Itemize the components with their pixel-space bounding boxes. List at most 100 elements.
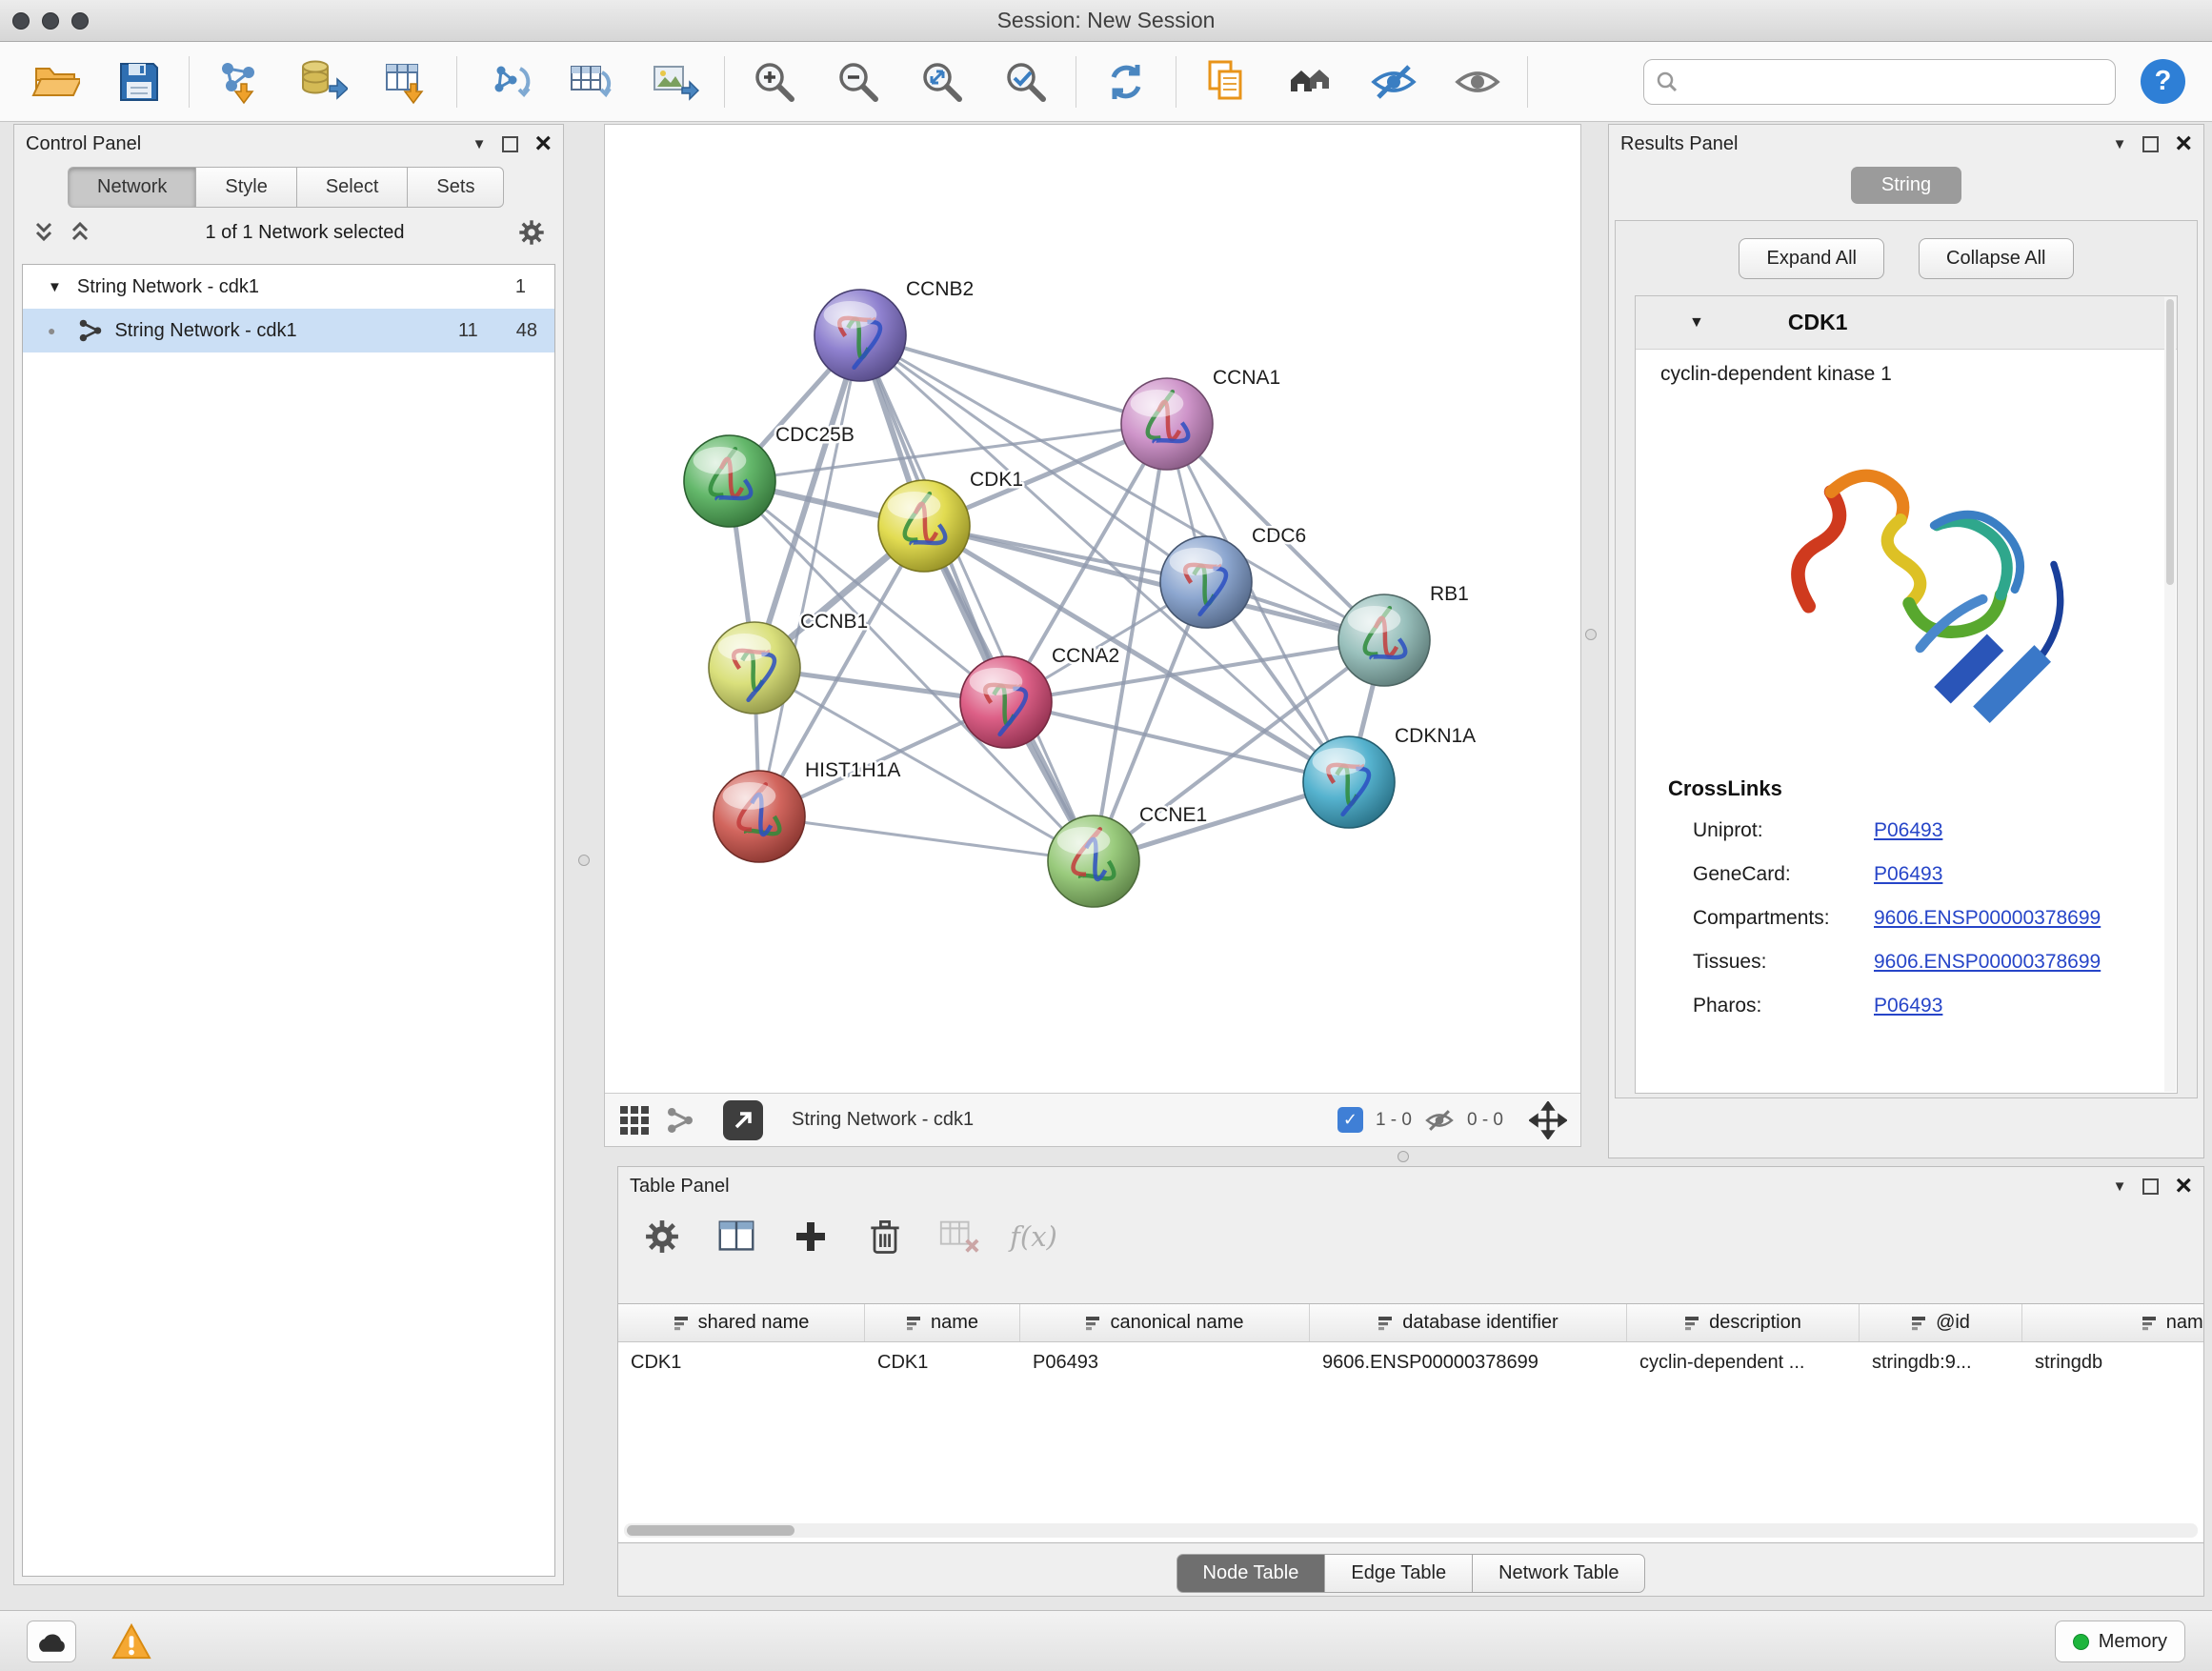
column-header-namespace[interactable]: namespace <box>2022 1304 2203 1341</box>
selection-checkbox-icon[interactable]: ✓ <box>1337 1107 1363 1133</box>
collection-disclosure-icon[interactable]: ▼ <box>48 279 62 295</box>
memory-button[interactable]: Memory <box>2055 1621 2185 1662</box>
network-canvas[interactable]: CCNB2CCNA1CDC25BCDK1CDC6RB1CCNB1CCNA2CDK… <box>605 125 1580 1093</box>
show-all-button[interactable] <box>1436 49 1519 115</box>
edge-CCNA2-CDKN1A[interactable] <box>1006 702 1349 782</box>
node-RB1[interactable] <box>1338 594 1430 686</box>
delete-column-button[interactable] <box>862 1216 908 1258</box>
table-cell[interactable]: stringdb:9... <box>1860 1352 2022 1374</box>
new-network-button[interactable] <box>465 49 549 115</box>
collapse-all-button[interactable]: Collapse All <box>1919 238 2074 279</box>
table-cell[interactable]: CDK1 <box>865 1352 1020 1374</box>
tab-edge-table[interactable]: Edge Table <box>1325 1554 1473 1593</box>
scrollbar-thumb[interactable] <box>2166 299 2174 585</box>
tab-network-table[interactable]: Network Table <box>1473 1554 1645 1593</box>
hide-unselected-button[interactable] <box>1352 49 1436 115</box>
function-builder-button[interactable]: f(x) <box>1011 1220 1056 1253</box>
node-CCNA2[interactable] <box>960 656 1052 748</box>
cloud-button[interactable] <box>27 1621 76 1662</box>
search-input[interactable] <box>1686 63 2103 101</box>
node-HIST1H1A[interactable] <box>714 771 805 862</box>
left-splitter-grip[interactable] <box>578 855 590 866</box>
crosslink-link[interactable]: 9606.ENSP00000378699 <box>1874 907 2101 930</box>
float-panel-icon[interactable] <box>502 136 518 152</box>
show-columns-button[interactable] <box>714 1215 759 1258</box>
column-header-description[interactable]: description <box>1627 1304 1860 1341</box>
bottom-splitter-grip[interactable] <box>1398 1151 1409 1162</box>
crosslink-link[interactable]: P06493 <box>1874 863 1942 886</box>
copy-button[interactable] <box>1184 49 1268 115</box>
expand-all-icon[interactable] <box>68 220 92 245</box>
network-row-selected[interactable]: ● String Network - cdk1 11 48 <box>23 309 554 352</box>
panel-menu-icon[interactable]: ▼ <box>2113 136 2127 152</box>
column-header-shared-name[interactable]: shared name <box>618 1304 865 1341</box>
table-cell[interactable]: CDK1 <box>618 1352 865 1374</box>
close-panel-icon[interactable]: × <box>534 131 552 156</box>
grid-view-icon[interactable] <box>618 1104 651 1137</box>
edge-CCNB2-CCNA1[interactable] <box>860 335 1167 424</box>
help-button[interactable]: ? <box>2141 59 2185 104</box>
column-header--id[interactable]: @id <box>1860 1304 2022 1341</box>
node-CDC6[interactable] <box>1160 536 1252 628</box>
zoom-selected-button[interactable] <box>984 49 1068 115</box>
import-table-file-button[interactable] <box>365 49 449 115</box>
open-session-button[interactable] <box>13 49 97 115</box>
save-session-button[interactable] <box>97 49 181 115</box>
panel-menu-icon[interactable]: ▼ <box>473 136 487 152</box>
float-panel-icon[interactable] <box>2142 1178 2159 1195</box>
gear-icon[interactable] <box>517 218 546 247</box>
add-column-button[interactable] <box>788 1218 834 1255</box>
close-panel-icon[interactable]: × <box>2175 131 2192 156</box>
results-scrollbar[interactable] <box>2164 297 2176 1092</box>
table-cell[interactable]: P06493 <box>1020 1352 1310 1374</box>
tab-node-table[interactable]: Node Table <box>1176 1554 1326 1593</box>
edge-CCNB2-HIST1H1A[interactable] <box>759 335 860 816</box>
node-CDK1[interactable] <box>878 480 970 572</box>
table-cell[interactable]: 9606.ENSP00000378699 <box>1310 1352 1627 1374</box>
tab-network[interactable]: Network <box>68 167 196 208</box>
tab-style[interactable]: Style <box>196 167 296 208</box>
crosslink-link[interactable]: P06493 <box>1874 819 1942 842</box>
search-box[interactable] <box>1643 59 2116 105</box>
column-header-name[interactable]: name <box>865 1304 1020 1341</box>
table-row[interactable]: CDK1CDK1P064939606.ENSP00000378699cyclin… <box>618 1342 2203 1382</box>
table-cell[interactable]: stringdb <box>2022 1352 2203 1374</box>
delete-table-button[interactable] <box>936 1215 982 1258</box>
right-splitter-grip[interactable] <box>1585 629 1597 640</box>
column-header-canonical-name[interactable]: canonical name <box>1020 1304 1310 1341</box>
collapse-all-icon[interactable] <box>31 220 56 245</box>
crosslink-link[interactable]: P06493 <box>1874 995 1942 1017</box>
zoom-out-button[interactable] <box>816 49 900 115</box>
expand-all-button[interactable]: Expand All <box>1739 238 1884 279</box>
edge-CDK1-RB1[interactable] <box>924 526 1384 640</box>
tab-sets[interactable]: Sets <box>408 167 504 208</box>
network-share-icon[interactable] <box>666 1106 694 1135</box>
panel-menu-icon[interactable]: ▼ <box>2113 1178 2127 1195</box>
tab-string[interactable]: String <box>1851 167 1961 204</box>
edge-CCNB2-CCNE1[interactable] <box>860 335 1094 861</box>
refresh-view-button[interactable] <box>1084 49 1168 115</box>
node-CDC25B[interactable] <box>684 435 775 527</box>
edge-CCNE1-HIST1H1A[interactable] <box>759 816 1094 861</box>
export-image-button[interactable] <box>633 49 716 115</box>
gene-disclosure-icon[interactable]: ▼ <box>1689 314 1704 332</box>
new-table-button[interactable] <box>549 49 633 115</box>
zoom-fit-button[interactable] <box>900 49 984 115</box>
close-panel-icon[interactable]: × <box>2175 1174 2192 1198</box>
scrollbar-thumb[interactable] <box>627 1525 794 1536</box>
network-collection-row[interactable]: ▼ String Network - cdk1 1 <box>23 265 554 309</box>
node-CCNB2[interactable] <box>814 290 906 381</box>
table-cell[interactable]: cyclin-dependent ... <box>1627 1352 1860 1374</box>
birdseye-view-button[interactable] <box>723 1100 763 1140</box>
node-CCNE1[interactable] <box>1048 815 1139 907</box>
node-CDKN1A[interactable] <box>1303 736 1395 828</box>
float-panel-icon[interactable] <box>2142 136 2159 152</box>
crosshair-move-icon[interactable] <box>1529 1101 1567 1139</box>
zoom-in-button[interactable] <box>733 49 816 115</box>
crosslink-link[interactable]: 9606.ENSP00000378699 <box>1874 951 2101 974</box>
home-button[interactable] <box>1268 49 1352 115</box>
column-header-database-identifier[interactable]: database identifier <box>1310 1304 1627 1341</box>
table-horizontal-scrollbar[interactable] <box>624 1523 2198 1538</box>
gene-section-header[interactable]: ▼ CDK1 <box>1636 296 2177 350</box>
import-network-database-button[interactable] <box>281 49 365 115</box>
